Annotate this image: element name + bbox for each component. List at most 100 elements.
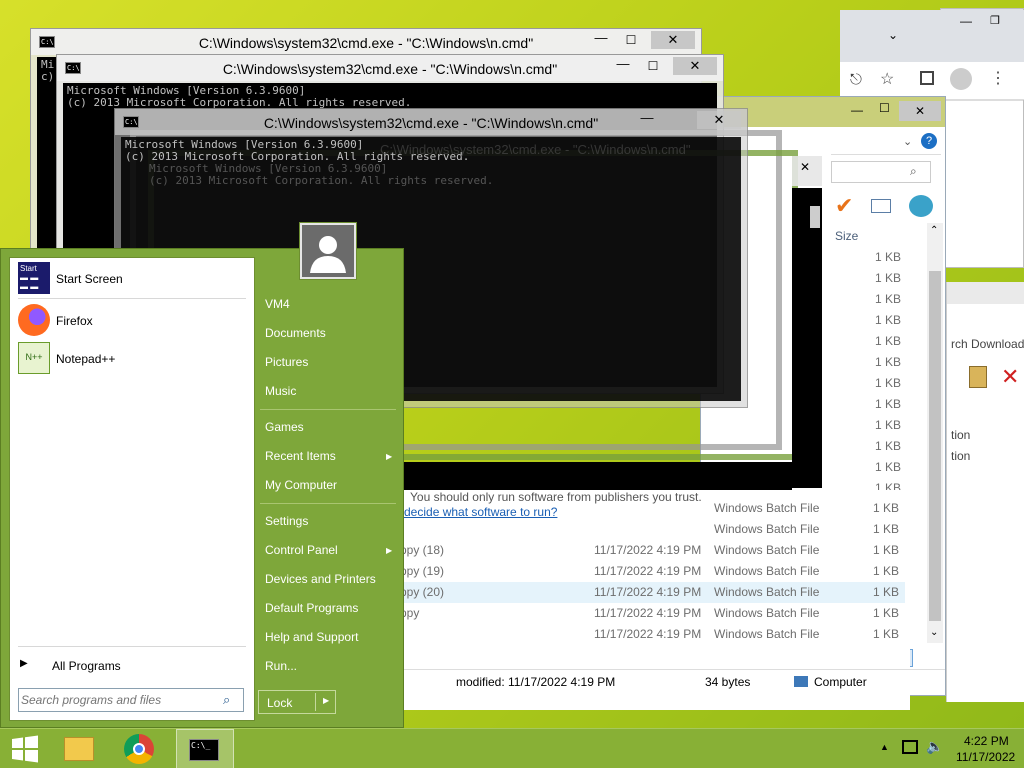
start-link-music[interactable]: Music <box>265 384 296 398</box>
size-value: 1 KB <box>874 313 901 327</box>
scroll-down-icon[interactable]: ⌄ <box>930 627 938 638</box>
table-row[interactable]: ppy (18) 11/17/2022 4:19 PM Windows Batch … <box>400 540 905 561</box>
cmd-titlebar[interactable]: C:\ C:\Windows\system32\cmd.exe - "C:\Wi… <box>57 55 723 81</box>
clock-date[interactable]: 11/17/2022 <box>956 750 1015 764</box>
tab-chevron-icon[interactable]: ⌄ <box>888 28 898 42</box>
sidepanel-icon[interactable] <box>920 71 934 85</box>
file-size: 1 KB <box>872 564 899 578</box>
minimize-button[interactable]: — <box>613 57 633 73</box>
start-link-pictures[interactable]: Pictures <box>265 355 308 369</box>
lock-label: Lock <box>267 696 293 710</box>
start-link-run[interactable]: Run... <box>265 659 297 673</box>
computer-icon <box>794 676 808 687</box>
start-link-documents[interactable]: Documents <box>265 326 326 340</box>
search-icon[interactable]: ⌕ <box>910 164 917 179</box>
taskbar-cmd[interactable]: C:\_ <box>176 729 234 768</box>
file-type: Windows Batch File <box>714 501 820 515</box>
scroll-thumb[interactable] <box>810 206 820 228</box>
column-header-size[interactable]: Size <box>835 229 858 243</box>
delete-icon[interactable]: ✕ <box>1001 364 1019 390</box>
windows-logo-icon <box>12 735 38 763</box>
start-search-box[interactable]: ⌕ <box>18 688 244 712</box>
scroll-up-icon[interactable]: ⌃ <box>930 225 938 236</box>
volume-icon[interactable]: 🔈 <box>926 738 943 755</box>
start-button[interactable] <box>0 729 50 768</box>
file-date: 11/17/2022 4:19 PM <box>594 564 702 578</box>
search-icon[interactable]: ⌕ <box>223 692 239 708</box>
start-link-user[interactable]: VM4 <box>265 297 290 311</box>
start-link-default-programs[interactable]: Default Programs <box>265 601 358 615</box>
table-row[interactable]: ppy (20) 11/17/2022 4:19 PM Windows Batch … <box>400 582 905 603</box>
cmd-titlebar[interactable]: C:\ C:\Windows\system32\cmd.exe - "C:\Wi… <box>31 29 701 55</box>
shell-icon[interactable] <box>909 195 933 217</box>
user-avatar[interactable] <box>300 223 356 279</box>
help-icon[interactable]: ? <box>921 133 937 149</box>
minimize-button[interactable]: — <box>591 31 611 47</box>
lock-options-arrow-icon[interactable]: ▶ <box>323 696 329 705</box>
taskbar: C:\_ ▲ 🔈 4:22 PM 11/17/2022 <box>0 728 1024 768</box>
checkmark-icon[interactable]: ✔ <box>835 193 853 219</box>
taskbar-file-explorer[interactable] <box>54 729 104 768</box>
close-button[interactable]: ✕ <box>651 31 695 49</box>
start-item-firefox[interactable]: Firefox <box>14 302 250 338</box>
start-link-settings[interactable]: Settings <box>265 514 308 528</box>
pane-text-1: tion <box>951 428 971 442</box>
cmd-titlebar[interactable]: C:\ C:\Windows\system32\cmd.exe - "C:\Wi… <box>115 109 747 135</box>
notepadpp-icon: N++ <box>18 342 50 374</box>
close-icon[interactable]: ✕ <box>800 160 810 174</box>
file-name: ppy (20) <box>400 585 445 599</box>
restore-icon[interactable]: ❐ <box>990 14 1000 27</box>
start-item-label: Firefox <box>56 314 93 328</box>
table-row[interactable]: ppy (19) 11/17/2022 4:19 PM Windows Batch … <box>400 561 905 582</box>
minimize-button[interactable]: — <box>637 111 657 127</box>
cmd-window-4-titlebar: ✕ <box>792 156 822 186</box>
close-button[interactable]: ✕ <box>697 111 741 129</box>
start-item-start-screen[interactable]: Start ▬ ▬ ▬ ▬ Start Screen <box>14 260 250 296</box>
maximize-button[interactable]: ☐ <box>621 33 641 49</box>
view-tiles-icon[interactable] <box>917 649 937 667</box>
table-row[interactable]: ppy 11/17/2022 4:19 PM Windows Batch File 1… <box>400 603 905 624</box>
start-search-input[interactable] <box>21 691 217 709</box>
table-row[interactable]: 11/17/2022 4:19 PM Windows Batch File 1 KB <box>400 624 905 645</box>
file-rows: Windows Batch File 1 KB Windows Batch File… <box>400 498 910 658</box>
share-icon[interactable]: ⎋ <box>850 71 862 88</box>
profile-avatar-icon[interactable] <box>950 68 972 90</box>
search-downloads-label[interactable]: rch Downloads <box>951 337 1024 351</box>
bookmark-star-icon[interactable]: ☆ <box>880 69 894 89</box>
table-row[interactable]: Windows Batch File 1 KB <box>400 519 905 540</box>
size-value: 1 KB <box>874 271 901 285</box>
lock-button[interactable]: Lock ▶ <box>258 690 336 714</box>
maximize-button[interactable]: ☐ <box>643 59 663 75</box>
start-link-devices-printers[interactable]: Devices and Printers <box>265 572 376 586</box>
size-value: 1 KB <box>874 397 901 411</box>
minimize-icon[interactable]: — <box>960 14 972 28</box>
file-size: 1 KB <box>872 501 899 515</box>
show-hidden-icons-icon[interactable]: ▲ <box>880 742 889 752</box>
menu-dots-icon[interactable]: ⋮ <box>990 68 1006 88</box>
clock-time[interactable]: 4:22 PM <box>964 734 1009 748</box>
network-icon[interactable] <box>902 740 918 754</box>
card-icon[interactable] <box>871 199 891 213</box>
close-button[interactable]: ✕ <box>899 101 941 121</box>
start-link-help-support[interactable]: Help and Support <box>265 630 358 644</box>
search-box[interactable]: ⌕ <box>831 161 931 183</box>
chevron-down-icon[interactable]: ⌄ <box>903 135 912 148</box>
start-link-my-computer[interactable]: My Computer <box>265 478 337 492</box>
file-date: 11/17/2022 4:19 PM <box>594 627 702 641</box>
minimize-icon[interactable]: — <box>851 103 863 117</box>
taskbar-chrome[interactable] <box>114 729 164 768</box>
start-link-control-panel[interactable]: Control Panel <box>265 543 338 557</box>
divider <box>18 646 246 647</box>
divider <box>18 298 246 299</box>
size-value: 1 KB <box>874 355 901 369</box>
close-button[interactable]: ✕ <box>673 57 717 75</box>
table-row[interactable]: Windows Batch File 1 KB <box>400 498 905 519</box>
start-item-notepadpp[interactable]: N++ Notepad++ <box>14 340 250 376</box>
maximize-icon[interactable]: ☐ <box>879 101 890 115</box>
address-bar[interactable]: ⌄ ? <box>831 131 941 155</box>
start-link-games[interactable]: Games <box>265 420 304 434</box>
start-link-recent-items[interactable]: Recent Items <box>265 449 336 463</box>
status-bar: modified: 11/17/2022 4:19 PM 34 bytes Co… <box>400 669 945 694</box>
all-programs-button[interactable]: ▶ All Programs <box>14 654 250 678</box>
paste-icon[interactable] <box>969 366 987 388</box>
